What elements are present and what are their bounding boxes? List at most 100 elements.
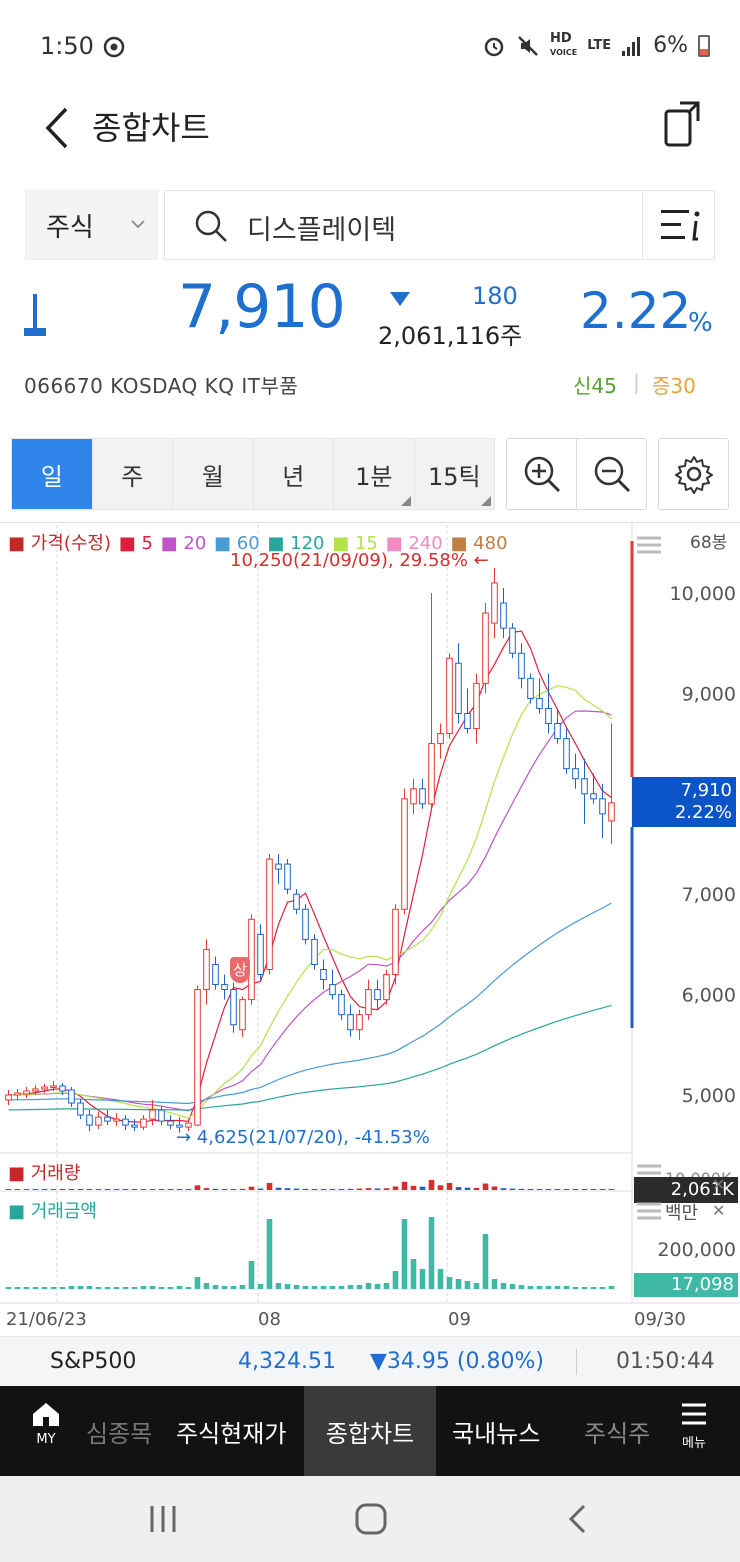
x-tick-label: 08 [258, 1309, 281, 1330]
recent-apps-icon[interactable] [148, 1504, 180, 1534]
candle-body [41, 1086, 48, 1090]
amount-bar [536, 1286, 543, 1289]
stock-info-icon[interactable] [659, 205, 703, 245]
tab-minute[interactable]: 1분 [334, 439, 415, 509]
amount-bar [410, 1259, 417, 1289]
y-tick-label: 7,000 [682, 884, 736, 906]
candle-body [50, 1085, 57, 1088]
settings-button[interactable] [659, 439, 729, 509]
candle-body [239, 999, 246, 1031]
amount-bar [437, 1269, 444, 1289]
volume-bar [257, 1188, 264, 1190]
amount-bar [122, 1287, 129, 1289]
back-nav-icon[interactable] [566, 1504, 590, 1534]
volume-bar [248, 1186, 255, 1190]
search-query[interactable]: 디스플레이텍 [247, 208, 396, 247]
volume-bar [410, 1185, 417, 1190]
menu-label: 메뉴 [682, 1436, 706, 1451]
scroll-handle-icon[interactable] [636, 535, 662, 555]
menu-item-news[interactable]: 국내뉴스 [452, 1386, 540, 1476]
volume-bar [500, 1188, 507, 1190]
back-icon[interactable] [38, 103, 78, 153]
volume-bar [113, 1189, 120, 1190]
volume-bar [122, 1189, 129, 1190]
menu-label: 국내뉴스 [452, 1419, 541, 1448]
tab-day[interactable]: 일 [12, 439, 93, 509]
candle-body [572, 768, 579, 780]
volume-bar [464, 1187, 471, 1190]
chart-canvas[interactable]: 5,000 6,000 7,000 9,000 10,000 200,000 [0, 523, 740, 1335]
amount-bar [563, 1286, 570, 1289]
x-tick-label: 09 [448, 1309, 471, 1330]
volume-bar [77, 1189, 84, 1190]
scroll-handle-icon[interactable] [636, 1201, 662, 1221]
tab-week[interactable]: 주 [93, 439, 173, 509]
percent-sign: % [688, 308, 713, 338]
menu-item-stock-more[interactable]: 주식주 [584, 1386, 652, 1476]
tab-label: 년 [282, 462, 305, 491]
home-nav-icon[interactable] [354, 1502, 388, 1536]
legend-item: ■ 가격(수정) [8, 533, 112, 554]
share-icon[interactable] [662, 99, 706, 151]
battery-icon [698, 34, 710, 57]
zoom-out-button[interactable] [577, 439, 647, 509]
asset-type-select[interactable]: 주식 [25, 190, 158, 260]
asset-type-label: 주식 [46, 212, 94, 243]
ma15-line [8, 685, 612, 1119]
amount-bar [491, 1279, 498, 1289]
menu-item-stock-price[interactable]: 주식현재가 [176, 1386, 286, 1476]
amount-bar [68, 1286, 75, 1289]
tab-year[interactable]: 년 [254, 439, 334, 509]
stock-search-box[interactable]: 디스플레이텍 [164, 190, 715, 260]
close-pane-icon[interactable]: ✕ [712, 1201, 725, 1220]
menu-button[interactable]: 메뉴 [672, 1400, 716, 1462]
zoom-in-icon [524, 456, 560, 493]
ma120-line [8, 1004, 612, 1111]
volume-bar [554, 1189, 561, 1190]
candle-body [113, 1118, 120, 1122]
candle-body [293, 893, 300, 910]
dropdown-corner-icon [481, 496, 491, 506]
limit-up-badge: 상 [230, 957, 250, 983]
candle-body [581, 778, 588, 795]
status-bar: 1:50 HD VOICE LTE 6% [0, 0, 740, 95]
home-button[interactable]: MY [24, 1400, 68, 1462]
volume-bar [572, 1189, 579, 1190]
volume-bar [311, 1188, 318, 1190]
volume-bar [320, 1189, 327, 1190]
menu-item-chart[interactable]: 종합차트 [304, 1386, 436, 1476]
volume-bar [23, 1189, 30, 1190]
amount-bar [293, 1285, 300, 1289]
volume-bar [140, 1189, 147, 1190]
stock-chart[interactable]: 5,000 6,000 7,000 9,000 10,000 200,000 ■ 가격(수… [0, 522, 740, 1334]
menu-item-watchlist[interactable]: 심종목 [86, 1386, 152, 1476]
y-tick-label: 10,000 [670, 583, 736, 605]
candle-body [482, 612, 489, 684]
amount-bar [140, 1286, 147, 1289]
volume-bar [275, 1187, 282, 1190]
close-pane-icon[interactable]: ✕ [712, 1175, 725, 1194]
volume-bar [41, 1189, 48, 1190]
tab-label: 월 [201, 462, 224, 491]
volume-bar [221, 1189, 228, 1190]
candle-body [122, 1118, 129, 1126]
index-ticker[interactable]: S&P500 4,324.51 ▼34.95 (0.80%) 01:50:44 [0, 1336, 740, 1386]
candle-body [338, 994, 345, 1016]
candle-body [257, 933, 264, 976]
volume-bar [284, 1188, 291, 1190]
candle-body [14, 1092, 21, 1096]
amount-bar [365, 1283, 372, 1289]
zoom-controls [506, 438, 647, 510]
amount-bar [599, 1287, 606, 1289]
header: 종합차트 [0, 95, 740, 175]
candle-body [518, 652, 525, 679]
amount-bar [284, 1284, 291, 1289]
zoom-in-button[interactable] [507, 439, 577, 509]
amount-bar [572, 1287, 579, 1289]
tab-month[interactable]: 월 [173, 439, 254, 509]
tab-tick[interactable]: 15틱 [415, 439, 495, 509]
volume-bar [356, 1188, 363, 1190]
candle-body [347, 1014, 354, 1031]
candle-body [554, 723, 561, 740]
volume-bar [203, 1188, 210, 1190]
